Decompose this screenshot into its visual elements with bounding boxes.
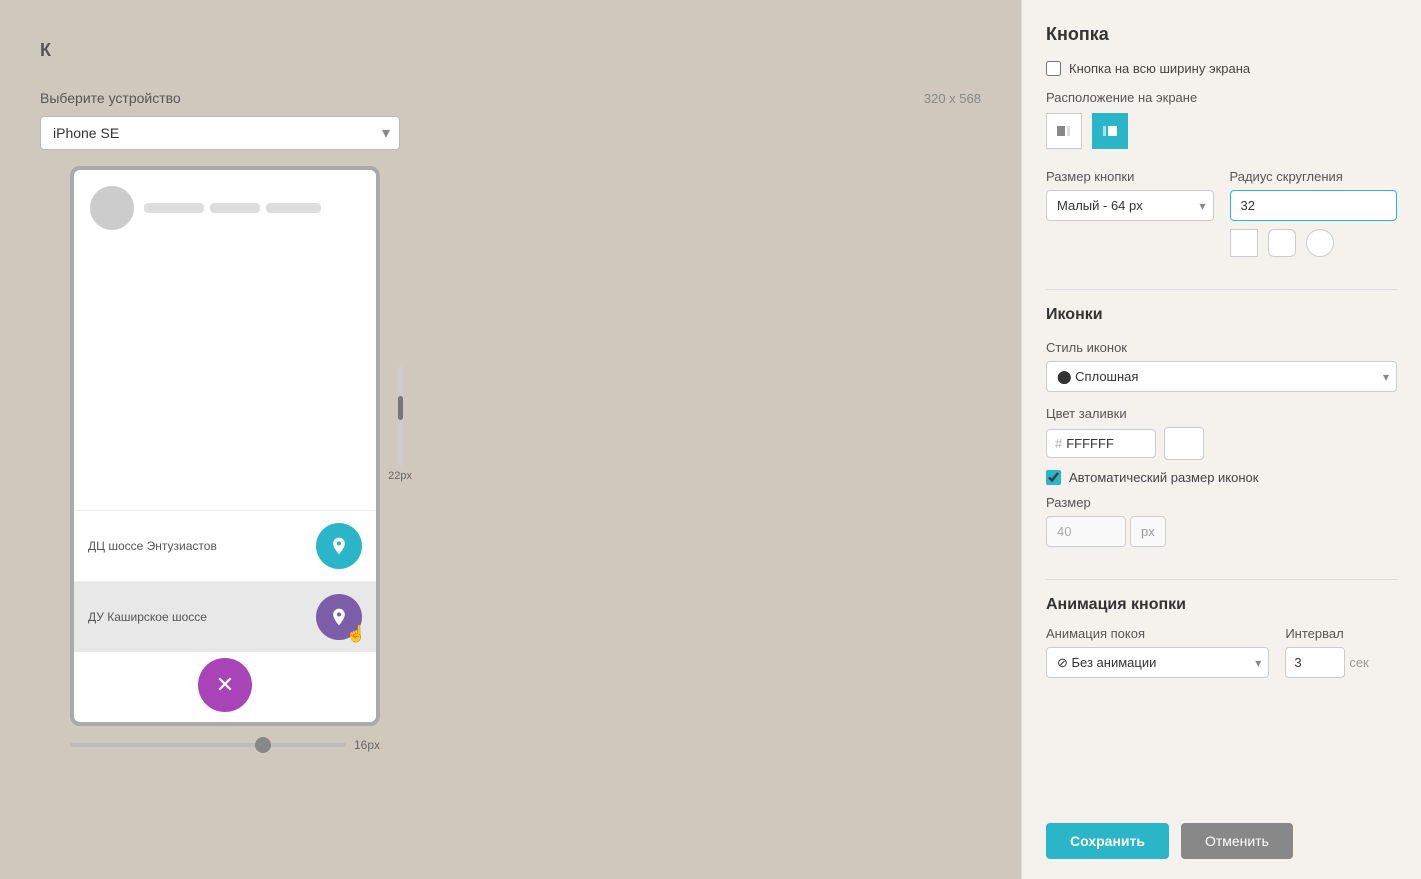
- device-section: Выберите устройство 320 x 568: [40, 90, 981, 106]
- phone-mockup-wrapper: ДЦ шоссе Энтузиастов ДУ Каширское шоссе: [40, 166, 380, 726]
- position-left-icon: [1056, 123, 1072, 139]
- animation-row: Анимация покоя ⊘ Без анимации Пульсация …: [1046, 626, 1397, 678]
- device-select-wrapper: iPhone SE iPhone 12 Samsung Galaxy S21 ▾: [40, 116, 400, 150]
- phone-header: [74, 170, 376, 240]
- fab-button-teal[interactable]: [316, 523, 362, 569]
- page-title: К: [40, 40, 51, 61]
- phone-lines: [144, 203, 360, 213]
- phone-line: [144, 203, 204, 213]
- icon-style-select-wrapper: ⬤ Сплошная ○ Контурная ▾: [1046, 361, 1397, 392]
- rest-anim-select[interactable]: ⊘ Без анимации Пульсация Вращение: [1046, 647, 1269, 678]
- list-item-active: ДУ Каширское шоссе ☝: [74, 581, 376, 652]
- scroll-thumb: [398, 396, 403, 420]
- divider-1: [1046, 289, 1397, 290]
- rest-anim-select-wrapper: ⊘ Без анимации Пульсация Вращение ▾: [1046, 647, 1269, 678]
- top-bar: К: [40, 20, 981, 80]
- list-item: ДЦ шоссе Энтузиастов: [74, 510, 376, 581]
- device-select[interactable]: iPhone SE iPhone 12 Samsung Galaxy S21: [40, 116, 400, 150]
- position-btn-right[interactable]: [1092, 113, 1128, 149]
- phone-mockup: ДЦ шоссе Энтузиастов ДУ Каширское шоссе: [70, 166, 380, 726]
- fab-button-purple[interactable]: ☝: [316, 594, 362, 640]
- avatar: [90, 186, 134, 230]
- radius-circle-btn[interactable]: [1306, 229, 1334, 257]
- position-row: [1046, 113, 1397, 149]
- color-value: FFFFFF: [1066, 436, 1114, 451]
- button-size-select[interactable]: Малый - 64 px Средний - 80 px Большой - …: [1046, 190, 1214, 221]
- radius-square-btn[interactable]: [1230, 229, 1258, 257]
- auto-size-checkbox[interactable]: [1046, 470, 1061, 485]
- phone-line: [210, 203, 260, 213]
- interval-input[interactable]: 3: [1285, 647, 1345, 678]
- full-width-row: Кнопка на всю ширину экрана: [1046, 61, 1397, 76]
- save-button[interactable]: Сохранить: [1046, 823, 1169, 859]
- scroll-value: 22px: [388, 470, 412, 482]
- section-title: Кнопка: [1046, 24, 1397, 45]
- phone-line: [266, 203, 321, 213]
- interval-label: Интервал: [1285, 626, 1397, 641]
- position-right-icon: [1102, 123, 1118, 139]
- right-panel: Кнопка Кнопка на всю ширину экрана Распо…: [1021, 0, 1421, 879]
- position-label: Расположение на экране: [1046, 90, 1397, 105]
- scroll-track: [398, 366, 403, 466]
- animation-title: Анимация кнопки: [1046, 596, 1397, 614]
- list-item-text-2: ДУ Каширское шоссе: [88, 610, 207, 624]
- color-swatch[interactable]: [1164, 427, 1204, 460]
- size-unit: px: [1130, 516, 1166, 547]
- rest-animation-label: Анимация покоя: [1046, 626, 1269, 641]
- position-btn-left[interactable]: [1046, 113, 1082, 149]
- close-icon: ✕: [216, 672, 234, 698]
- button-size-col: Размер кнопки Малый - 64 px Средний - 80…: [1046, 169, 1214, 221]
- left-panel: К Выберите устройство 320 x 568 iPhone S…: [0, 0, 1021, 879]
- size-label: Размер: [1046, 495, 1397, 510]
- slider-track: [70, 743, 346, 747]
- radius-label: Радиус скругления: [1230, 169, 1398, 184]
- icons-section-title: Иконки: [1046, 306, 1397, 324]
- icon-style-label: Стиль иконок: [1046, 340, 1397, 355]
- fab-close-button[interactable]: ✕: [198, 658, 252, 712]
- radius-col: Радиус скругления 32: [1230, 169, 1398, 257]
- fab-close-row: ✕: [74, 652, 376, 722]
- device-label: Выберите устройство: [40, 90, 181, 106]
- full-width-checkbox[interactable]: [1046, 61, 1061, 76]
- size-input[interactable]: [1046, 516, 1126, 547]
- color-input-row: # FFFFFF: [1046, 427, 1397, 460]
- vertical-scroll: 22px: [388, 366, 412, 482]
- interval-unit: сек: [1349, 655, 1368, 670]
- device-resolution: 320 x 568: [924, 91, 981, 106]
- button-size-select-wrapper: Малый - 64 px Средний - 80 px Большой - …: [1046, 190, 1214, 221]
- radius-rounded-btn[interactable]: [1268, 229, 1296, 257]
- icon-style-select[interactable]: ⬤ Сплошная ○ Контурная: [1046, 361, 1397, 392]
- bottom-slider-section: 16px: [70, 738, 380, 752]
- radius-input[interactable]: 32: [1230, 190, 1398, 221]
- slider-thumb: [255, 737, 271, 753]
- bottom-buttons: Сохранить Отменить: [1046, 803, 1397, 859]
- cancel-button[interactable]: Отменить: [1181, 823, 1293, 859]
- location-icon: [329, 536, 349, 556]
- color-hash-field[interactable]: # FFFFFF: [1046, 429, 1156, 458]
- full-width-label: Кнопка на всю ширину экрана: [1069, 61, 1250, 76]
- phone-bottom: ДЦ шоссе Энтузиастов ДУ Каширское шоссе: [74, 510, 376, 722]
- list-item-text: ДЦ шоссе Энтузиастов: [88, 539, 217, 553]
- rest-anim-col: Анимация покоя ⊘ Без анимации Пульсация …: [1046, 626, 1269, 678]
- radius-options: [1230, 229, 1398, 257]
- button-size-label: Размер кнопки: [1046, 169, 1214, 184]
- interval-input-row: 3 сек: [1285, 647, 1397, 678]
- auto-size-label: Автоматический размер иконок: [1069, 470, 1258, 485]
- auto-size-row: Автоматический размер иконок: [1046, 470, 1397, 485]
- cursor-icon: ☝: [346, 624, 366, 644]
- divider-2: [1046, 579, 1397, 580]
- fill-color-label: Цвет заливки: [1046, 406, 1397, 421]
- hash-symbol: #: [1055, 436, 1062, 451]
- interval-col: Интервал 3 сек: [1285, 626, 1397, 678]
- slider-value: 16px: [354, 738, 380, 752]
- size-input-row: px: [1046, 516, 1397, 547]
- size-radius-row: Размер кнопки Малый - 64 px Средний - 80…: [1046, 169, 1397, 257]
